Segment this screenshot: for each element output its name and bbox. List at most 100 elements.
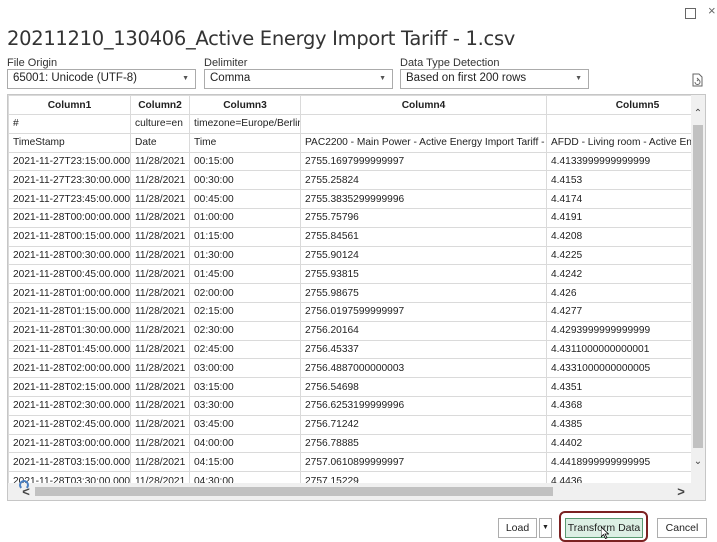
table-cell: 02:00:00 [189,283,301,303]
detection-value: Based on first 200 rows [406,72,527,84]
maximize-icon[interactable] [685,8,696,19]
table-cell: 04:00:00 [189,433,301,454]
table-cell: 03:15:00 [189,377,301,397]
table-cell: 4.4311000000000001 [546,339,705,360]
column-header[interactable]: Column1 [8,95,131,115]
table-row: 2021-11-27T23:30:00.000Z 11/28/2021 00:30:… [8,170,705,191]
table-cell: 11/28/2021 [130,301,190,322]
table-cell: 2021-11-28T00:00:00.000Z [8,207,131,228]
table-row: 2021-11-28T00:00:00.000Z 11/28/2021 01:00:… [8,207,705,228]
detection-select[interactable]: Based on first 200 rows ▼ [400,69,589,89]
table-cell: 2021-11-28T02:15:00.000Z [8,377,131,397]
delimiter-select[interactable]: Comma ▼ [204,69,393,89]
table-cell: 2021-11-27T23:15:00.000Z [8,151,131,172]
table-cell: 11/28/2021 [130,414,190,435]
table-cell: 11/28/2021 [130,283,190,303]
scroll-up-icon[interactable]: ⌃ [691,107,705,121]
table-cell [546,114,705,134]
table-cell: 03:00:00 [189,358,301,379]
table-cell: Date [130,132,190,153]
table-cell: 2755.98675 [300,283,547,303]
table-cell: AFDD - Living room - Active Energy [546,132,705,153]
table-cell: 2757.0610899999997 [300,452,547,473]
load-dropdown-button[interactable]: ▼ [539,518,552,538]
table-row: 2021-11-28T01:45:00.000Z 11/28/2021 02:45:… [8,339,705,360]
table-row: 2021-11-28T02:15:00.000Z 11/28/2021 03:15:… [8,377,705,397]
table-row: 2021-11-28T01:15:00.000Z 11/28/2021 02:15:… [8,301,705,322]
table-cell: 2755.84561 [300,226,547,247]
load-button[interactable]: Load [498,518,537,538]
data-preview-grid[interactable]: Column1 Column2 Column3 Column4 Column5 # cul… [7,94,706,501]
file-origin-select[interactable]: 65001: Unicode (UTF-8) ▼ [7,69,196,89]
column-header[interactable]: Column4 [300,95,547,115]
table-cell: 11/28/2021 [130,264,190,285]
table-cell: 02:45:00 [189,339,301,360]
table-row: 2021-11-28T02:00:00.000Z 11/28/2021 03:00:… [8,358,705,379]
table-cell: 2756.78885 [300,433,547,454]
horizontal-scrollbar[interactable]: < > [8,483,705,500]
table-row: 2021-11-28T00:45:00.000Z 11/28/2021 01:45:… [8,264,705,285]
table-cell: 4.4351 [546,377,705,397]
table-cell: 11/28/2021 [130,377,190,397]
column-header[interactable]: Column5 [546,95,705,115]
table-cell: 2756.71242 [300,414,547,435]
table-cell: 04:15:00 [189,452,301,473]
table-cell: 2755.75796 [300,207,547,228]
delimiter-value: Comma [210,72,251,84]
table-cell: 4.4225 [546,245,705,266]
table-cell: 4.4208 [546,226,705,247]
table-cell: 11/28/2021 [130,189,190,209]
table-cell: 4.4277 [546,301,705,322]
column-header[interactable]: Column2 [130,95,190,115]
table-cell: 2021-11-28T01:00:00.000Z [8,283,131,303]
chevron-down-icon: ▼ [542,524,549,531]
refresh-icon[interactable] [691,73,703,87]
table-cell: 4.4242 [546,264,705,285]
table-cell: 2021-11-28T02:45:00.000Z [8,414,131,435]
table-cell: 11/28/2021 [130,395,190,416]
table-cell: 4.4293999999999999 [546,320,705,341]
table-cell: 2021-11-27T23:30:00.000Z [8,170,131,191]
table-cell: 2021-11-28T03:15:00.000Z [8,452,131,473]
file-origin-value: 65001: Unicode (UTF-8) [13,72,137,84]
scroll-down-icon[interactable]: ⌄ [691,455,705,469]
table-row: 2021-11-28T03:15:00.000Z 11/28/2021 04:15:… [8,452,705,473]
table-cell: 2021-11-28T03:00:00.000Z [8,433,131,454]
dialog-title: 20211210_130406_Active Energy Import Tar… [7,27,516,50]
table-cell: 4.426 [546,283,705,303]
table-cell: timezone=Europe/Berlin [189,114,301,134]
table-cell: 4.4153 [546,170,705,191]
table-cell: 02:30:00 [189,320,301,341]
horizontal-scroll-thumb[interactable] [35,487,553,496]
loading-spinner-icon [19,480,29,490]
table-cell: 2021-11-28T01:30:00.000Z [8,320,131,341]
table-cell: Time [189,132,301,153]
cancel-button[interactable]: Cancel [657,518,707,538]
table-cell: 11/28/2021 [130,452,190,473]
table-cell: 03:30:00 [189,395,301,416]
table-cell: PAC2200 - Main Power - Active Energy Imp… [300,132,547,153]
table-cell: 03:45:00 [189,414,301,435]
table-cell: 4.4418999999999995 [546,452,705,473]
table-row: 2021-11-28T03:00:00.000Z 11/28/2021 04:00:… [8,433,705,454]
table-row: 2021-11-28T02:30:00.000Z 11/28/2021 03:30:… [8,395,705,416]
table-cell: # [8,114,131,134]
table-cell: 2756.0197599999997 [300,301,547,322]
table-cell: 2756.20164 [300,320,547,341]
table-cell: 2755.93815 [300,264,547,285]
table-cell: 11/28/2021 [130,226,190,247]
vertical-scrollbar[interactable]: ⌃ ⌄ [691,95,705,484]
table-cell: 01:45:00 [189,264,301,285]
table-row: 2021-11-27T23:15:00.000Z 11/28/2021 00:15:… [8,151,705,172]
vertical-scroll-thumb[interactable] [693,125,703,448]
table-cell: 2021-11-28T01:45:00.000Z [8,339,131,360]
column-header[interactable]: Column3 [189,95,301,115]
table-cell: 2021-11-28T00:45:00.000Z [8,264,131,285]
table-cell: 01:30:00 [189,245,301,266]
table-cell: 11/28/2021 [130,245,190,266]
close-icon[interactable]: × [708,4,716,17]
detection-label: Data Type Detection [400,57,500,69]
table-cell: 11/28/2021 [130,339,190,360]
scroll-right-icon[interactable]: > [673,483,689,500]
table-cell: 2756.54698 [300,377,547,397]
